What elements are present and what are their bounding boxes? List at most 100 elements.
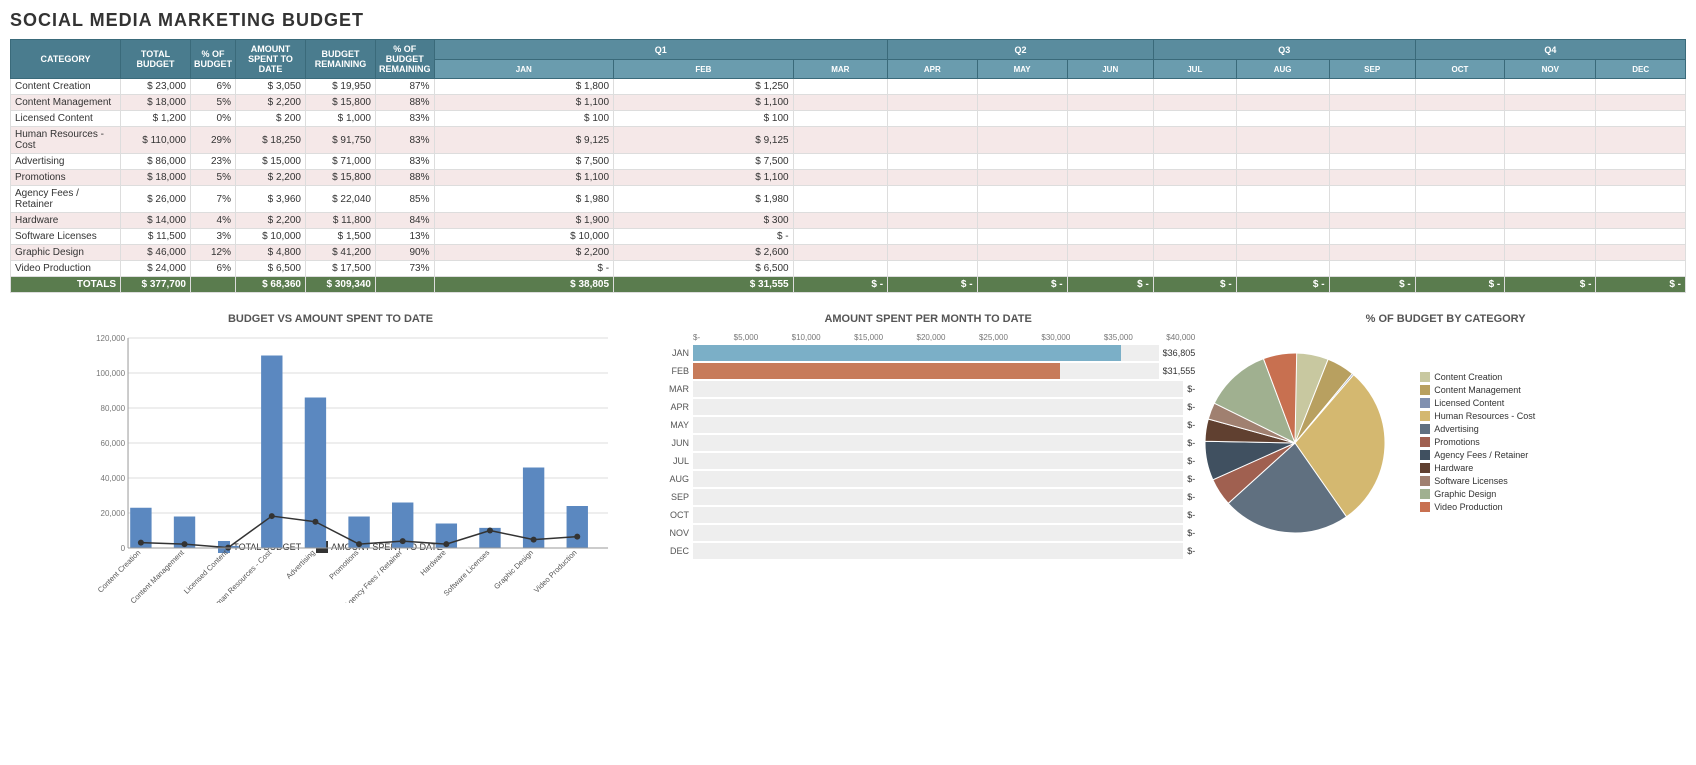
cat-name: Promotions	[11, 170, 121, 186]
aug-val	[1236, 170, 1329, 186]
oct-val	[1415, 213, 1504, 229]
col-budget-remaining: BUDGET REMAINING	[306, 40, 376, 79]
jun-val	[1067, 186, 1153, 213]
horiz-bar-fill	[693, 345, 1121, 361]
pie-legend-label: Software Licenses	[1434, 476, 1508, 486]
svg-text:Advertising: Advertising	[284, 548, 317, 581]
svg-text:Promotions: Promotions	[327, 548, 360, 581]
dec-val	[1596, 127, 1686, 154]
horiz-bar-value: $-	[1187, 492, 1195, 502]
table-row: Content Creation $ 23,000 6% $ 3,050 $ 1…	[11, 79, 1686, 95]
apr-val	[888, 127, 977, 154]
horiz-bar-bg	[693, 507, 1183, 523]
may-val	[977, 154, 1067, 170]
horiz-bar-row: JAN$36,805	[661, 345, 1195, 361]
aug-val	[1236, 186, 1329, 213]
feb-val: $ 100	[614, 111, 794, 127]
nov-val	[1505, 261, 1596, 277]
col-pct-budget: % OF BUDGET	[191, 40, 236, 79]
mar-val	[793, 154, 887, 170]
pie-legend-label: Hardware	[1434, 463, 1473, 473]
feb-val: $ 1,100	[614, 170, 794, 186]
pie-chart-container: % OF BUDGET BY CATEGORY Content Creation…	[1205, 313, 1686, 561]
pie-legend-label: Licensed Content	[1434, 398, 1504, 408]
jun-val	[1067, 261, 1153, 277]
horiz-bar-row: MAY$-	[661, 417, 1195, 433]
mar-val	[793, 229, 887, 245]
sep-val	[1329, 127, 1415, 154]
col-jun: JUN	[1067, 60, 1153, 79]
jul-val	[1153, 229, 1236, 245]
totals-remaining: $ 309,340	[306, 277, 376, 293]
svg-text:100,000: 100,000	[96, 369, 125, 378]
oct-val	[1415, 170, 1504, 186]
month-label: OCT	[661, 510, 693, 520]
total-budget: $ 24,000	[121, 261, 191, 277]
pie-legend-label: Advertising	[1434, 424, 1479, 434]
jan-val: $ 10,000	[434, 229, 614, 245]
horiz-bar-value: $-	[1187, 510, 1195, 520]
totals-jul: $ -	[1153, 277, 1236, 293]
apr-val	[888, 261, 977, 277]
x-axis-label: $15,000	[854, 333, 883, 342]
col-oct: OCT	[1415, 60, 1504, 79]
horiz-bar-value: $-	[1187, 474, 1195, 484]
sep-val	[1329, 229, 1415, 245]
dec-val	[1596, 245, 1686, 261]
col-apr: APR	[888, 60, 977, 79]
mar-val	[793, 186, 887, 213]
svg-text:80,000: 80,000	[101, 404, 126, 413]
pct-remaining: 73%	[376, 261, 435, 277]
total-budget: $ 86,000	[121, 154, 191, 170]
mar-val	[793, 79, 887, 95]
pct-budget: 3%	[191, 229, 236, 245]
dec-val	[1596, 95, 1686, 111]
sep-val	[1329, 261, 1415, 277]
horiz-bar-row: APR$-	[661, 399, 1195, 415]
pie-legend-color	[1420, 385, 1430, 395]
dec-val	[1596, 111, 1686, 127]
col-q1: Q1	[434, 40, 888, 60]
dec-val	[1596, 261, 1686, 277]
feb-val: $ 9,125	[614, 127, 794, 154]
horiz-x-axis: $-$5,000$10,000$15,000$20,000$25,000$30,…	[693, 333, 1195, 342]
nov-val	[1505, 213, 1596, 229]
apr-val	[888, 245, 977, 261]
apr-val	[888, 79, 977, 95]
jun-val	[1067, 111, 1153, 127]
total-budget: $ 23,000	[121, 79, 191, 95]
jul-val	[1153, 245, 1236, 261]
feb-val: $ 1,980	[614, 186, 794, 213]
totals-feb: $ 31,555	[614, 277, 794, 293]
svg-text:20,000: 20,000	[101, 509, 126, 518]
pie-legend-color	[1420, 450, 1430, 460]
jun-val	[1067, 213, 1153, 229]
aug-val	[1236, 154, 1329, 170]
nov-val	[1505, 170, 1596, 186]
x-axis-label: $35,000	[1104, 333, 1133, 342]
total-budget: $ 18,000	[121, 95, 191, 111]
amount-spent: $ 6,500	[236, 261, 306, 277]
dec-val	[1596, 170, 1686, 186]
horiz-bar-row: DEC$-	[661, 543, 1195, 559]
totals-dec: $ -	[1596, 277, 1686, 293]
col-q4: Q4	[1415, 40, 1685, 60]
amount-spent: $ 18,250	[236, 127, 306, 154]
x-axis-label: $10,000	[792, 333, 821, 342]
dec-val	[1596, 79, 1686, 95]
totals-nov: $ -	[1505, 277, 1596, 293]
may-val	[977, 229, 1067, 245]
may-val	[977, 245, 1067, 261]
jul-val	[1153, 186, 1236, 213]
pct-remaining: 13%	[376, 229, 435, 245]
horiz-bar-bg	[693, 399, 1183, 415]
horiz-bar-bg	[693, 489, 1183, 505]
budget-remaining: $ 15,800	[306, 95, 376, 111]
horiz-bar-bg	[693, 543, 1183, 559]
amount-spent: $ 2,200	[236, 170, 306, 186]
table-row: Graphic Design $ 46,000 12% $ 4,800 $ 41…	[11, 245, 1686, 261]
pct-budget: 0%	[191, 111, 236, 127]
oct-val	[1415, 111, 1504, 127]
pie-legend-color	[1420, 411, 1430, 421]
jun-val	[1067, 79, 1153, 95]
